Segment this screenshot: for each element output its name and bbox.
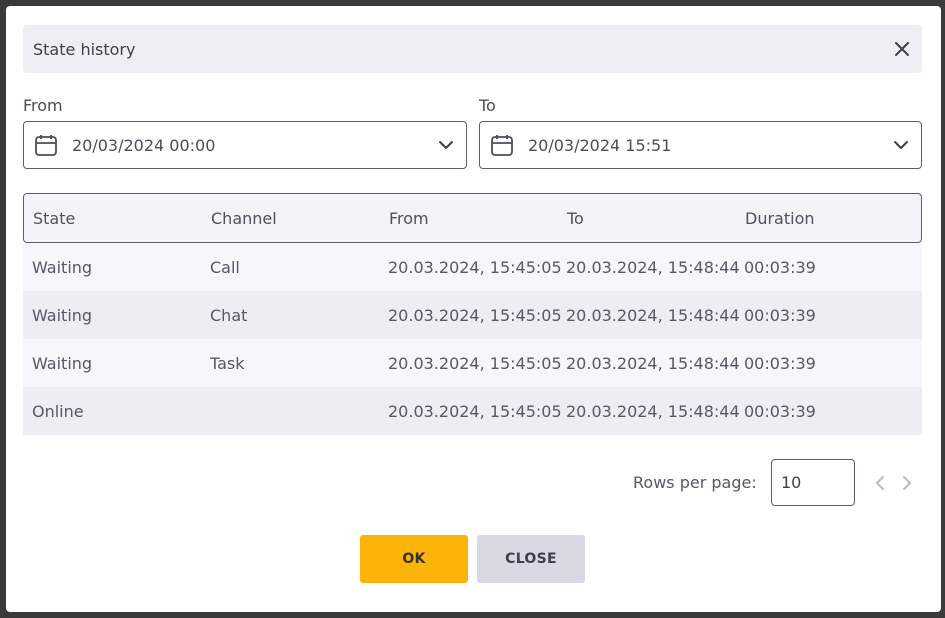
cell-duration: 00:03:39 bbox=[744, 401, 816, 421]
chevron-down-icon[interactable] bbox=[436, 135, 456, 155]
from-label: From bbox=[23, 96, 63, 115]
dialog-header: State history bbox=[23, 25, 922, 73]
cell-state: Waiting bbox=[32, 353, 93, 373]
chevron-right-icon[interactable] bbox=[897, 473, 917, 493]
close-button[interactable]: CLOSE bbox=[477, 535, 585, 583]
cell-from: 20.03.2024, 15:45:05 bbox=[388, 353, 562, 373]
cell-from: 20.03.2024, 15:45:05 bbox=[388, 401, 562, 421]
cell-from: 20.03.2024, 15:45:05 bbox=[388, 305, 562, 325]
cell-to: 20.03.2024, 15:48:44 bbox=[566, 257, 740, 277]
rows-per-page-input[interactable]: 10 bbox=[771, 459, 855, 506]
close-icon[interactable] bbox=[892, 39, 912, 59]
cell-channel: Task bbox=[210, 353, 245, 373]
column-header-channel[interactable]: Channel bbox=[202, 209, 380, 228]
rows-per-page-label: Rows per page: bbox=[633, 473, 757, 492]
cell-duration: 00:03:39 bbox=[744, 257, 816, 277]
cell-channel: Chat bbox=[210, 305, 248, 325]
cell-duration: 00:03:39 bbox=[744, 305, 816, 325]
from-date-value: 20/03/2024 00:00 bbox=[72, 135, 216, 155]
calendar-icon bbox=[34, 132, 60, 158]
cell-to: 20.03.2024, 15:48:44 bbox=[566, 305, 740, 325]
ok-button[interactable]: OK bbox=[360, 535, 468, 583]
to-date-value: 20/03/2024 15:51 bbox=[528, 135, 672, 155]
state-history-table: State Channel From To Duration Waiting C… bbox=[23, 193, 922, 435]
cell-state: Waiting bbox=[32, 257, 93, 277]
table-row[interactable]: Waiting Task 20.03.2024, 15:45:05 20.03.… bbox=[23, 339, 922, 387]
pagination: Rows per page: 10 bbox=[6, 459, 941, 507]
dialog-title: State history bbox=[33, 39, 136, 59]
cell-to: 20.03.2024, 15:48:44 bbox=[566, 401, 740, 421]
column-header-state[interactable]: State bbox=[24, 209, 202, 228]
cell-state: Online bbox=[32, 401, 84, 421]
table-row[interactable]: Online 20.03.2024, 15:45:05 20.03.2024, … bbox=[23, 387, 922, 435]
to-label: To bbox=[479, 96, 496, 115]
table-row[interactable]: Waiting Chat 20.03.2024, 15:45:05 20.03.… bbox=[23, 291, 922, 339]
cell-duration: 00:03:39 bbox=[744, 353, 816, 373]
cell-from: 20.03.2024, 15:45:05 bbox=[388, 257, 562, 277]
chevron-down-icon[interactable] bbox=[891, 135, 911, 155]
state-history-dialog: State history From 20/03/2024 00:00 To 2… bbox=[6, 6, 941, 612]
to-date-picker[interactable]: 20/03/2024 15:51 bbox=[479, 121, 922, 169]
cell-state: Waiting bbox=[32, 305, 93, 325]
table-header: State Channel From To Duration bbox=[23, 193, 922, 243]
column-header-to[interactable]: To bbox=[558, 209, 736, 228]
cell-to: 20.03.2024, 15:48:44 bbox=[566, 353, 740, 373]
calendar-icon bbox=[490, 132, 516, 158]
table-row[interactable]: Waiting Call 20.03.2024, 15:45:05 20.03.… bbox=[23, 243, 922, 291]
from-date-picker[interactable]: 20/03/2024 00:00 bbox=[23, 121, 467, 169]
column-header-duration[interactable]: Duration bbox=[736, 209, 921, 228]
cell-channel: Call bbox=[210, 257, 240, 277]
column-header-from[interactable]: From bbox=[380, 209, 558, 228]
chevron-left-icon[interactable] bbox=[870, 473, 890, 493]
